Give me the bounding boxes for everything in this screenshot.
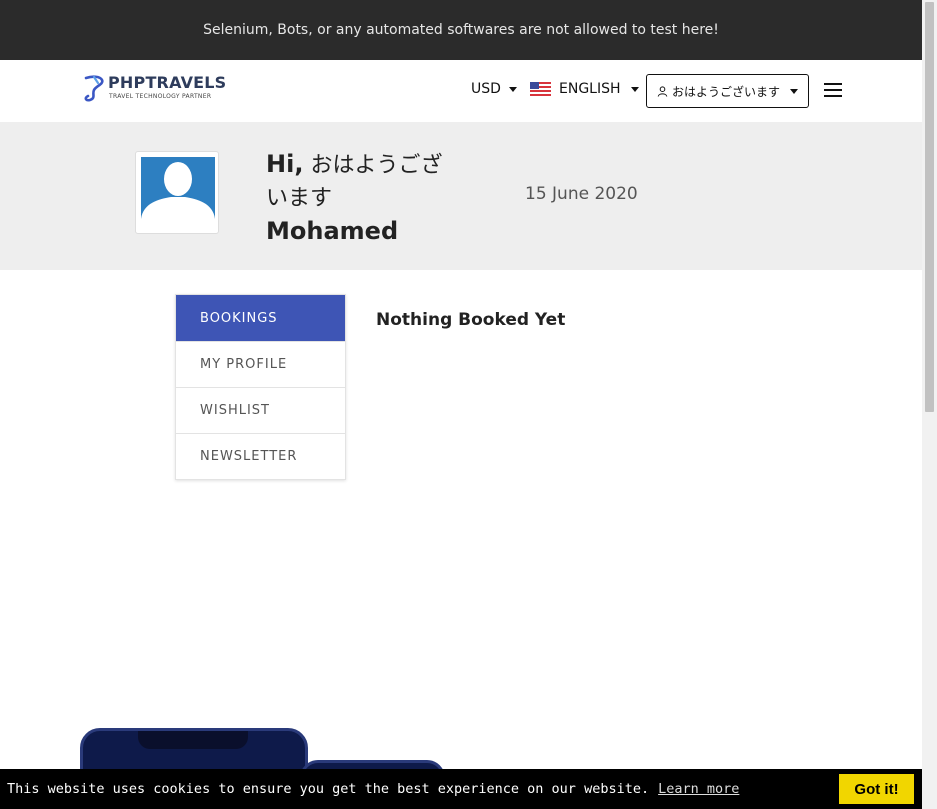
avatar-image xyxy=(141,157,215,219)
sidebar-item-wishlist[interactable]: WISHLIST xyxy=(176,387,345,433)
logo-tagline: TRAVEL TECHNOLOGY PARTNER xyxy=(109,93,212,100)
cookie-banner: This website uses cookies to ensure you … xyxy=(0,769,922,809)
us-flag-icon xyxy=(530,82,551,96)
current-date: 15 June 2020 xyxy=(525,184,638,204)
scrollbar[interactable] xyxy=(922,0,937,809)
currency-label: USD xyxy=(471,81,501,97)
sidebar-item-newsletter[interactable]: NEWSLETTER xyxy=(176,433,345,479)
cookie-message: This website uses cookies to ensure you … xyxy=(7,781,650,797)
greeting-heading: Hi, おはようございます Mohamed xyxy=(266,148,456,248)
greeting-hi: Hi, xyxy=(266,150,304,178)
logo-text: PHPTRAVELS xyxy=(108,73,227,92)
logo-mark-icon xyxy=(84,75,104,102)
chevron-down-icon xyxy=(508,86,517,92)
user-silhouette-icon xyxy=(141,162,215,219)
top-notice-text: Selenium, Bots, or any automated softwar… xyxy=(203,22,719,38)
profile-header: Hi, おはようございます Mohamed 15 June 2020 xyxy=(0,122,922,270)
avatar xyxy=(135,151,219,234)
phone-notch xyxy=(138,731,248,749)
hamburger-icon[interactable] xyxy=(824,82,842,98)
sidebar-item-my-profile[interactable]: MY PROFILE xyxy=(176,341,345,387)
chevron-down-icon xyxy=(790,88,798,94)
scrollbar-thumb[interactable] xyxy=(925,2,934,412)
user-name: Mohamed xyxy=(266,217,399,245)
chevron-down-icon xyxy=(630,86,639,92)
bookings-empty-title: Nothing Booked Yet xyxy=(376,310,566,330)
account-sidebar: BOOKINGS MY PROFILE WISHLIST NEWSLETTER xyxy=(175,294,346,480)
top-notice-bar: Selenium, Bots, or any automated softwar… xyxy=(0,0,922,60)
language-dropdown[interactable]: ENGLISH xyxy=(530,81,639,97)
site-header: PHPTRAVELS TRAVEL TECHNOLOGY PARTNER USD… xyxy=(0,60,922,122)
sidebar-item-bookings[interactable]: BOOKINGS xyxy=(176,295,345,341)
user-account-button[interactable]: おはようございます xyxy=(646,74,809,108)
language-label: ENGLISH xyxy=(559,81,621,97)
user-icon xyxy=(657,85,668,97)
user-button-label: おはようございます xyxy=(671,84,780,99)
learn-more-link[interactable]: Learn more xyxy=(658,781,739,797)
accept-cookies-button[interactable]: Got it! xyxy=(839,774,914,804)
site-logo[interactable]: PHPTRAVELS TRAVEL TECHNOLOGY PARTNER xyxy=(82,73,226,107)
currency-dropdown[interactable]: USD xyxy=(471,81,517,97)
